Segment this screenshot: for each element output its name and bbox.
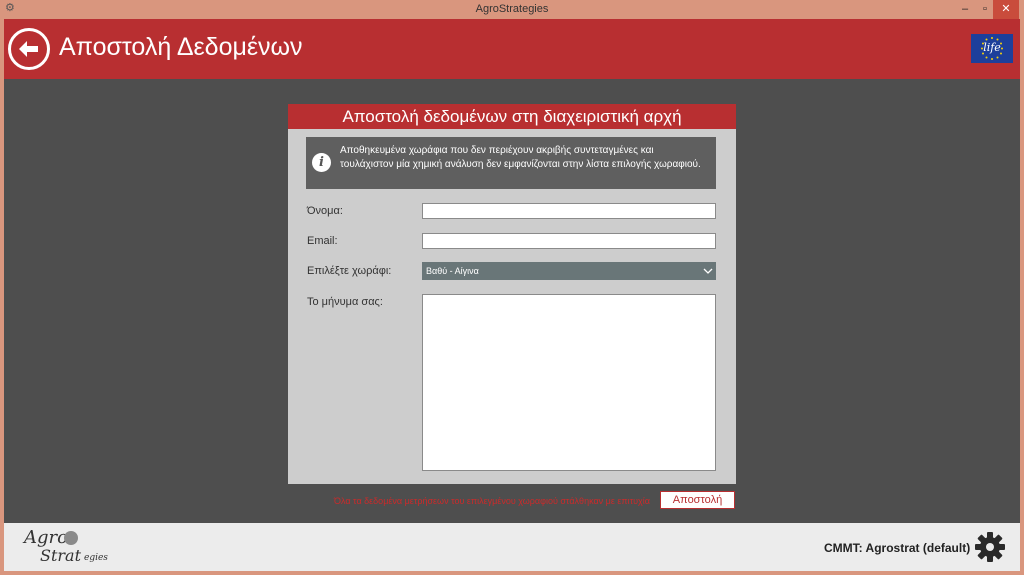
- gear-icon[interactable]: [974, 531, 1006, 563]
- chevron-down-icon: [703, 268, 713, 274]
- maximize-button[interactable]: ▫: [975, 0, 995, 19]
- close-button[interactable]: ✕: [993, 0, 1019, 19]
- page-title: Αποστολή Δεδομένων: [59, 33, 303, 61]
- name-label: Όνομα:: [307, 205, 343, 217]
- info-box: i Αποθηκευμένα χωράφια που δεν περιέχουν…: [306, 137, 716, 189]
- minimize-button[interactable]: –: [955, 0, 975, 19]
- eu-life-logo: life: [971, 34, 1013, 63]
- logo-egies-text: egies: [84, 553, 108, 563]
- email-input[interactable]: [422, 233, 716, 249]
- send-data-panel: Αποστολή δεδομένων στη διαχειριστική αρχ…: [288, 104, 736, 484]
- logo-strat-text: Strat: [40, 546, 82, 565]
- back-button[interactable]: [8, 28, 50, 70]
- field-select-label: Επιλέξτε χωράφι:: [307, 265, 392, 277]
- send-button[interactable]: Αποστολή: [660, 491, 735, 509]
- main-content: Αποστολή δεδομένων στη διαχειριστική αρχ…: [4, 79, 1020, 523]
- footer-bar: Agro Strat egies CMMT: Agrostrat (defaul…: [4, 523, 1020, 571]
- panel-title: Αποστολή δεδομένων στη διαχειριστική αρχ…: [288, 104, 736, 129]
- name-input[interactable]: [422, 203, 716, 219]
- eu-life-text: life: [983, 41, 1001, 54]
- message-label: Το μήνυμα σας:: [307, 296, 383, 308]
- status-message: Όλα τα δεδομένα μετρήσεων του επιλεγμένο…: [333, 496, 650, 506]
- email-label: Email:: [307, 235, 338, 247]
- window-title: AgroStrategies: [475, 3, 549, 15]
- info-icon: i: [312, 153, 331, 172]
- page-header: Αποστολή Δεδομένων life: [4, 19, 1020, 79]
- info-text: Αποθηκευμένα χωράφια που δεν περιέχουν α…: [340, 145, 701, 170]
- window-titlebar: ⚙ AgroStrategies – ▫ ✕: [0, 0, 1024, 19]
- field-select-value: Βαθύ - Αίγινα: [426, 266, 479, 276]
- field-select[interactable]: Βαθύ - Αίγινα: [422, 262, 716, 280]
- back-arrow-icon: [19, 41, 38, 57]
- agrostrategies-logo: Agro Strat egies: [18, 527, 118, 567]
- cmmt-status: CMMT: Agrostrat (default): [824, 541, 971, 555]
- logo-agro-text: Agro: [24, 527, 68, 548]
- logo-globe-icon: [64, 531, 78, 545]
- message-textarea[interactable]: [422, 294, 716, 471]
